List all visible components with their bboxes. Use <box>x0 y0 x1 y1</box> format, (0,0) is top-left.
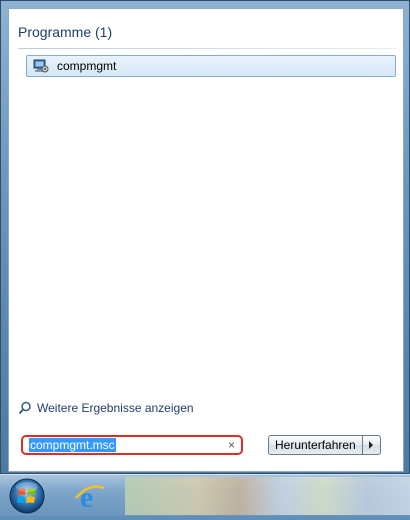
taskbar: e <box>0 474 410 516</box>
search-results-panel: Programme (1) compmgmt Weitere Ergebniss… <box>8 8 404 472</box>
start-button[interactable] <box>8 477 46 515</box>
header-divider <box>18 48 396 49</box>
search-input[interactable]: compmgmt.msc × <box>21 435 243 455</box>
computer-management-icon <box>33 58 49 74</box>
windows-logo-icon <box>9 478 45 514</box>
see-more-results-link[interactable]: Weitere Ergebnisse anzeigen <box>18 401 194 415</box>
clear-search-icon[interactable]: × <box>228 437 235 453</box>
result-item-compmgmt[interactable]: compmgmt <box>26 55 396 77</box>
shutdown-button[interactable]: Herunterfahren <box>268 435 363 455</box>
results-category-header: Programme (1) <box>18 24 113 40</box>
result-item-label: compmgmt <box>57 59 117 73</box>
taskbar-running-programs <box>125 477 410 515</box>
internet-explorer-button[interactable]: e <box>70 478 110 514</box>
arrow-right-icon <box>369 441 374 449</box>
magnifier-icon <box>18 401 32 415</box>
start-menu: Programme (1) compmgmt Weitere Ergebniss… <box>0 0 410 474</box>
search-input-value: compmgmt.msc <box>29 438 116 452</box>
see-more-results-label: Weitere Ergebnisse anzeigen <box>37 401 194 415</box>
internet-explorer-icon: e <box>75 481 105 514</box>
shutdown-options-button[interactable] <box>362 435 381 455</box>
shutdown-control: Herunterfahren <box>268 435 381 455</box>
